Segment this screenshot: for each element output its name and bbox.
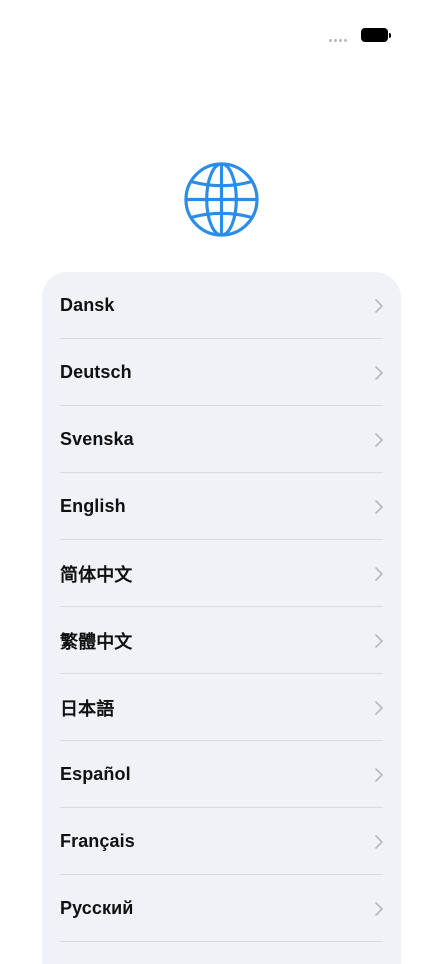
language-row-russian[interactable]: Русский <box>42 875 401 942</box>
language-list-card: Dansk Deutsch Svenska English 简体中文 繁體中文 <box>42 272 401 964</box>
status-bar <box>0 0 443 60</box>
language-row-french[interactable]: Français <box>42 808 401 875</box>
language-list: Dansk Deutsch Svenska English 简体中文 繁體中文 <box>42 272 401 942</box>
chevron-right-icon <box>375 566 383 581</box>
chevron-right-icon <box>375 499 383 514</box>
language-label: Dansk <box>60 295 115 315</box>
language-selection-screen: Dansk Deutsch Svenska English 简体中文 繁體中文 <box>0 0 443 964</box>
globe-icon <box>184 162 259 237</box>
cellular-dots-icon <box>329 39 347 42</box>
language-row-dansk[interactable]: Dansk <box>42 272 401 339</box>
language-label: Deutsch <box>60 362 132 382</box>
language-row-traditional-chinese[interactable]: 繁體中文 <box>42 607 401 674</box>
language-row-simplified-chinese[interactable]: 简体中文 <box>42 540 401 607</box>
chevron-right-icon <box>375 365 383 380</box>
chevron-right-icon <box>375 834 383 849</box>
language-label: Français <box>60 831 135 851</box>
language-row-japanese[interactable]: 日本語 <box>42 674 401 741</box>
chevron-right-icon <box>375 633 383 648</box>
language-label: 日本語 <box>60 698 115 719</box>
language-row-english[interactable]: English <box>42 473 401 540</box>
language-row-svenska[interactable]: Svenska <box>42 406 401 473</box>
language-label: Español <box>60 764 131 784</box>
chevron-right-icon <box>375 298 383 313</box>
language-label: Svenska <box>60 429 134 449</box>
battery-full-icon <box>361 28 391 42</box>
language-label: 繁體中文 <box>60 631 133 652</box>
language-label: English <box>60 496 126 516</box>
chevron-right-icon <box>375 901 383 916</box>
chevron-right-icon <box>375 700 383 715</box>
language-label: Русский <box>60 898 134 918</box>
chevron-right-icon <box>375 432 383 447</box>
language-label: 简体中文 <box>60 564 133 585</box>
language-row-deutsch[interactable]: Deutsch <box>42 339 401 406</box>
chevron-right-icon <box>375 767 383 782</box>
language-row-spanish[interactable]: Español <box>42 741 401 808</box>
